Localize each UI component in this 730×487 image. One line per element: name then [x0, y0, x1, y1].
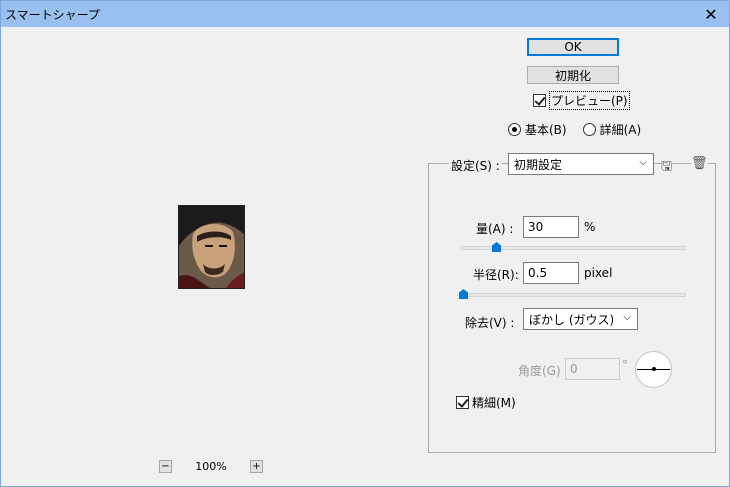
delete-preset-button[interactable]: 🗑: [691, 156, 708, 171]
remove-label: 除去(V) :: [465, 316, 515, 330]
amount-unit: %: [584, 220, 596, 234]
radius-unit: pixel: [584, 266, 613, 280]
preview-label: プレビュー(P): [549, 91, 630, 110]
radius-label: 半径(R):: [473, 268, 519, 282]
zoom-out-button[interactable]: −: [159, 460, 172, 473]
settings-label: 設定(S) :: [449, 157, 502, 174]
trash-icon: 🗑: [691, 156, 708, 171]
basic-label: 基本(B): [525, 123, 567, 137]
chevron-down-icon: ⌵: [639, 157, 647, 168]
settings-dropdown[interactable]: 初期設定 ⌵: [508, 153, 654, 175]
advanced-label: 詳細(A): [599, 123, 642, 137]
mode-radio-group: 基本(B) 詳細(A): [508, 121, 641, 138]
smart-sharpen-dialog: スマートシャープ ✕ − 100% + OK 初期化 プレビュー(P) 基本(B…: [0, 0, 730, 487]
angle-label: 角度(G): [518, 364, 561, 378]
settings-value: 初期設定: [514, 157, 563, 172]
radius-slider[interactable]: [461, 293, 686, 297]
save-preset-icon: 🖫: [661, 159, 673, 174]
title-bar: スマートシャープ ✕: [1, 1, 729, 27]
amount-label: 量(A) :: [476, 222, 514, 236]
window-title: スマートシャープ: [5, 7, 100, 22]
angle-input: 0: [565, 358, 620, 380]
save-preset-button[interactable]: 🖫: [661, 157, 673, 179]
zoom-level: 100%: [195, 460, 227, 473]
zoom-in-button[interactable]: +: [250, 460, 263, 473]
portrait-image: [179, 206, 244, 288]
advanced-radio[interactable]: [582, 123, 596, 136]
preview-toggle[interactable]: プレビュー(P): [533, 91, 630, 110]
remove-value: ぼかし (ガウス): [529, 312, 615, 327]
basic-radio[interactable]: [508, 123, 521, 136]
close-button[interactable]: ✕: [693, 1, 729, 27]
angle-dial: [635, 351, 672, 388]
more-accurate-checkbox[interactable]: [456, 396, 469, 409]
zoom-controls: − 100% +: [159, 460, 263, 473]
preview-thumbnail[interactable]: [178, 205, 245, 289]
amount-input[interactable]: 30: [523, 216, 579, 238]
ok-button[interactable]: OK: [527, 38, 619, 56]
reset-button[interactable]: 初期化: [527, 66, 619, 84]
radius-input[interactable]: 0.5: [523, 262, 579, 284]
remove-dropdown[interactable]: ぼかし (ガウス) ⌵: [523, 308, 638, 330]
more-accurate-toggle[interactable]: 精細(M): [456, 394, 516, 411]
more-accurate-label: 精細(M): [472, 396, 516, 410]
preview-checkbox[interactable]: [533, 94, 546, 107]
close-icon: ✕: [704, 4, 718, 24]
preview-area: − 100% +: [1, 28, 426, 486]
chevron-down-icon: ⌵: [623, 312, 631, 323]
angle-unit: °: [622, 358, 628, 372]
